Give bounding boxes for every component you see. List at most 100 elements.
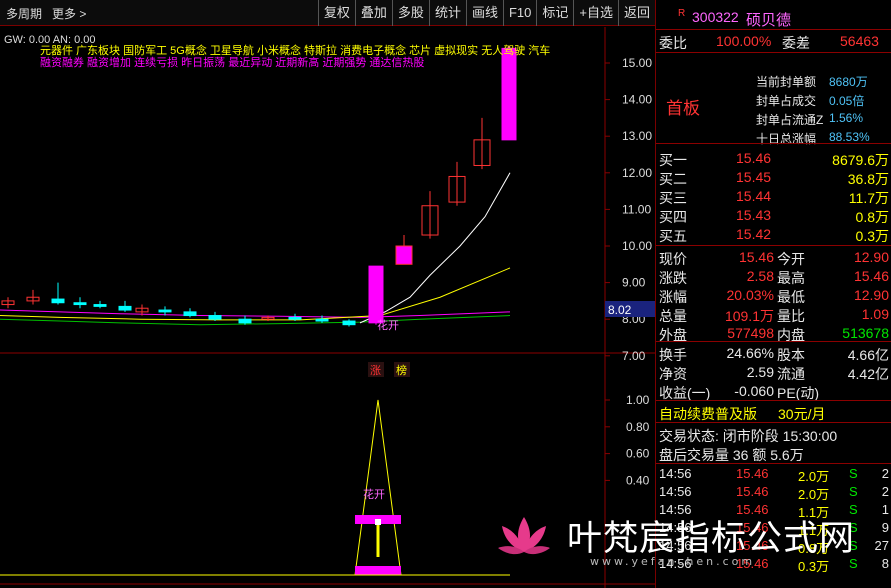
zhang-badge: 涨 xyxy=(370,364,381,377)
tick-count: 9 xyxy=(881,520,889,535)
seal-value: 8680万 xyxy=(829,75,868,89)
seal-label: 当前封单额 xyxy=(756,75,817,89)
candle-body xyxy=(395,245,413,265)
stat-label: 涨跌 xyxy=(659,270,687,286)
fund-value: 2.59 xyxy=(746,364,774,380)
candle-body xyxy=(238,318,252,324)
candle-body xyxy=(158,309,172,313)
quote-panel: R 300322 硕贝德 委比 100.00% 委差 56463 首板 当前封单… xyxy=(655,0,891,588)
toolbar-button[interactable]: F10 xyxy=(502,0,536,26)
current-price-text: 8.02 xyxy=(608,303,632,317)
stock-header: R 300322 硕贝德 xyxy=(656,8,891,29)
toolbar-button[interactable]: 标记 xyxy=(536,0,573,26)
seal-label: 十日总涨幅 xyxy=(756,132,817,146)
bid-row: 买三 15.44 11.7万 xyxy=(656,187,891,206)
seal-value: 1.56% xyxy=(829,111,864,125)
stat-label: 总量 xyxy=(659,308,687,324)
period-menu[interactable]: 多周期 xyxy=(6,5,42,22)
toolbar-button[interactable]: 返回 xyxy=(617,0,655,26)
tick-side: S xyxy=(849,484,858,499)
stat-value: 1.09 xyxy=(861,306,889,322)
bid-label: 买二 xyxy=(659,171,687,187)
candlesticks xyxy=(1,46,517,327)
ad-row[interactable]: 自动续费普及版 30元/月 xyxy=(656,403,891,422)
kline-chart[interactable]: 15.0014.0013.0012.0011.0010.009.008.007.… xyxy=(0,27,655,588)
stat-label: 今开 xyxy=(777,251,805,267)
toolbar-button[interactable]: +自选 xyxy=(573,0,618,26)
lotus-logo-icon xyxy=(498,517,550,555)
stat-value: 20.03% xyxy=(726,287,774,303)
bid-row: 买二 15.45 36.8万 xyxy=(656,168,891,187)
price-tick-label: 7.00 xyxy=(622,349,646,363)
bid-volume: 36.8万 xyxy=(847,171,889,187)
fund-row: 收益(一) -0.060 PE(动) xyxy=(656,382,891,401)
stat-row: 总量 109.1万 量比 1.09 xyxy=(656,305,891,324)
toolbar-button[interactable]: 叠加 xyxy=(354,0,392,26)
tick-count: 27 xyxy=(874,538,889,553)
candle-body xyxy=(288,316,302,320)
moving-averages xyxy=(0,172,511,326)
bid-price: 15.42 xyxy=(736,226,772,242)
tick-time: 14:56 xyxy=(659,466,692,481)
toolbar-button[interactable]: 复权 xyxy=(317,0,355,26)
tick-count: 2 xyxy=(881,484,889,499)
tick-count: 1 xyxy=(881,502,889,517)
sub-indicator: 花开 xyxy=(0,399,510,576)
bid-volume: 0.8万 xyxy=(855,209,889,225)
bid-volume: 0.3万 xyxy=(855,228,889,244)
more-menu[interactable]: 更多 > xyxy=(52,5,86,22)
toolbar-button[interactable]: 多股 xyxy=(391,0,429,26)
bid-price: 15.43 xyxy=(736,207,772,223)
stock-tag: R xyxy=(678,8,686,19)
fund-value: 24.66% xyxy=(726,345,774,361)
price-tick-label: 13.00 xyxy=(622,129,652,143)
seal-label: 封单占流通Z xyxy=(756,113,824,127)
stat-label: 最低 xyxy=(777,289,805,305)
price-tick-label: 9.00 xyxy=(622,276,646,290)
ma-line xyxy=(0,309,511,318)
price-tick-label: 10.00 xyxy=(622,239,652,253)
toolbar-button[interactable]: 画线 xyxy=(465,0,503,26)
ad-text: 自动续费普及版 xyxy=(659,406,757,422)
tick-price: 15.46 xyxy=(736,466,769,481)
toolbar-buttons: 复权 叠加 多股 统计 画线 F10 标记 +自选 返回 xyxy=(317,0,655,26)
tick-count: 8 xyxy=(881,556,889,571)
candle-body xyxy=(315,318,329,322)
candle-body xyxy=(93,304,107,307)
candle-body xyxy=(501,47,517,141)
tick-side: S xyxy=(849,466,858,481)
sub-axis: 1.00 0.80 0.60 0.40 xyxy=(605,393,650,487)
fund-row: 净资 2.59 流通 4.42亿 xyxy=(656,363,891,382)
bid-row: 买五 15.42 0.3万 xyxy=(656,225,891,244)
fund-value: 4.66亿 xyxy=(847,347,889,363)
fund-value: -0.060 xyxy=(734,383,774,399)
price-tick-label: 15.00 xyxy=(622,56,652,70)
stat-label: 涨幅 xyxy=(659,289,687,305)
stat-value: 109.1万 xyxy=(724,308,774,324)
stat-label: 外盘 xyxy=(659,327,687,343)
sub-huakai-label: 花开 xyxy=(363,488,385,501)
fund-label: 流通 xyxy=(777,366,805,382)
seal-value: 0.05倍 xyxy=(829,94,865,108)
seal-label: 封单占成交 xyxy=(756,94,817,108)
stat-label: 现价 xyxy=(659,251,687,267)
toolbar-button[interactable]: 统计 xyxy=(428,0,466,26)
seal-row: 封单占成交 0.05倍 xyxy=(656,91,891,110)
tick-price: 15.46 xyxy=(736,484,769,499)
watermark-text: 叶梵宸指标公式网 xyxy=(567,519,856,559)
tick-row: 14:56 15.46 2.0万 S 2 xyxy=(656,483,891,502)
candle-body xyxy=(342,320,356,326)
seal-row: 当前封单额 8680万 xyxy=(656,72,891,91)
stat-value: 12.90 xyxy=(853,249,889,265)
seal-row: 封单占流通Z 1.56% xyxy=(656,110,891,129)
candle-body xyxy=(183,311,197,317)
fund-label: 净资 xyxy=(659,366,687,382)
bid-price: 15.46 xyxy=(736,150,772,166)
stat-row: 涨跌 2.58 最高 15.46 xyxy=(656,267,891,286)
stat-label: 量比 xyxy=(777,308,805,324)
candle-body xyxy=(368,265,384,324)
fund-label: 股本 xyxy=(777,347,805,363)
stat-value: 15.46 xyxy=(853,268,889,284)
bang-badge: 榜 xyxy=(396,363,407,377)
stat-value: 12.90 xyxy=(853,287,889,303)
